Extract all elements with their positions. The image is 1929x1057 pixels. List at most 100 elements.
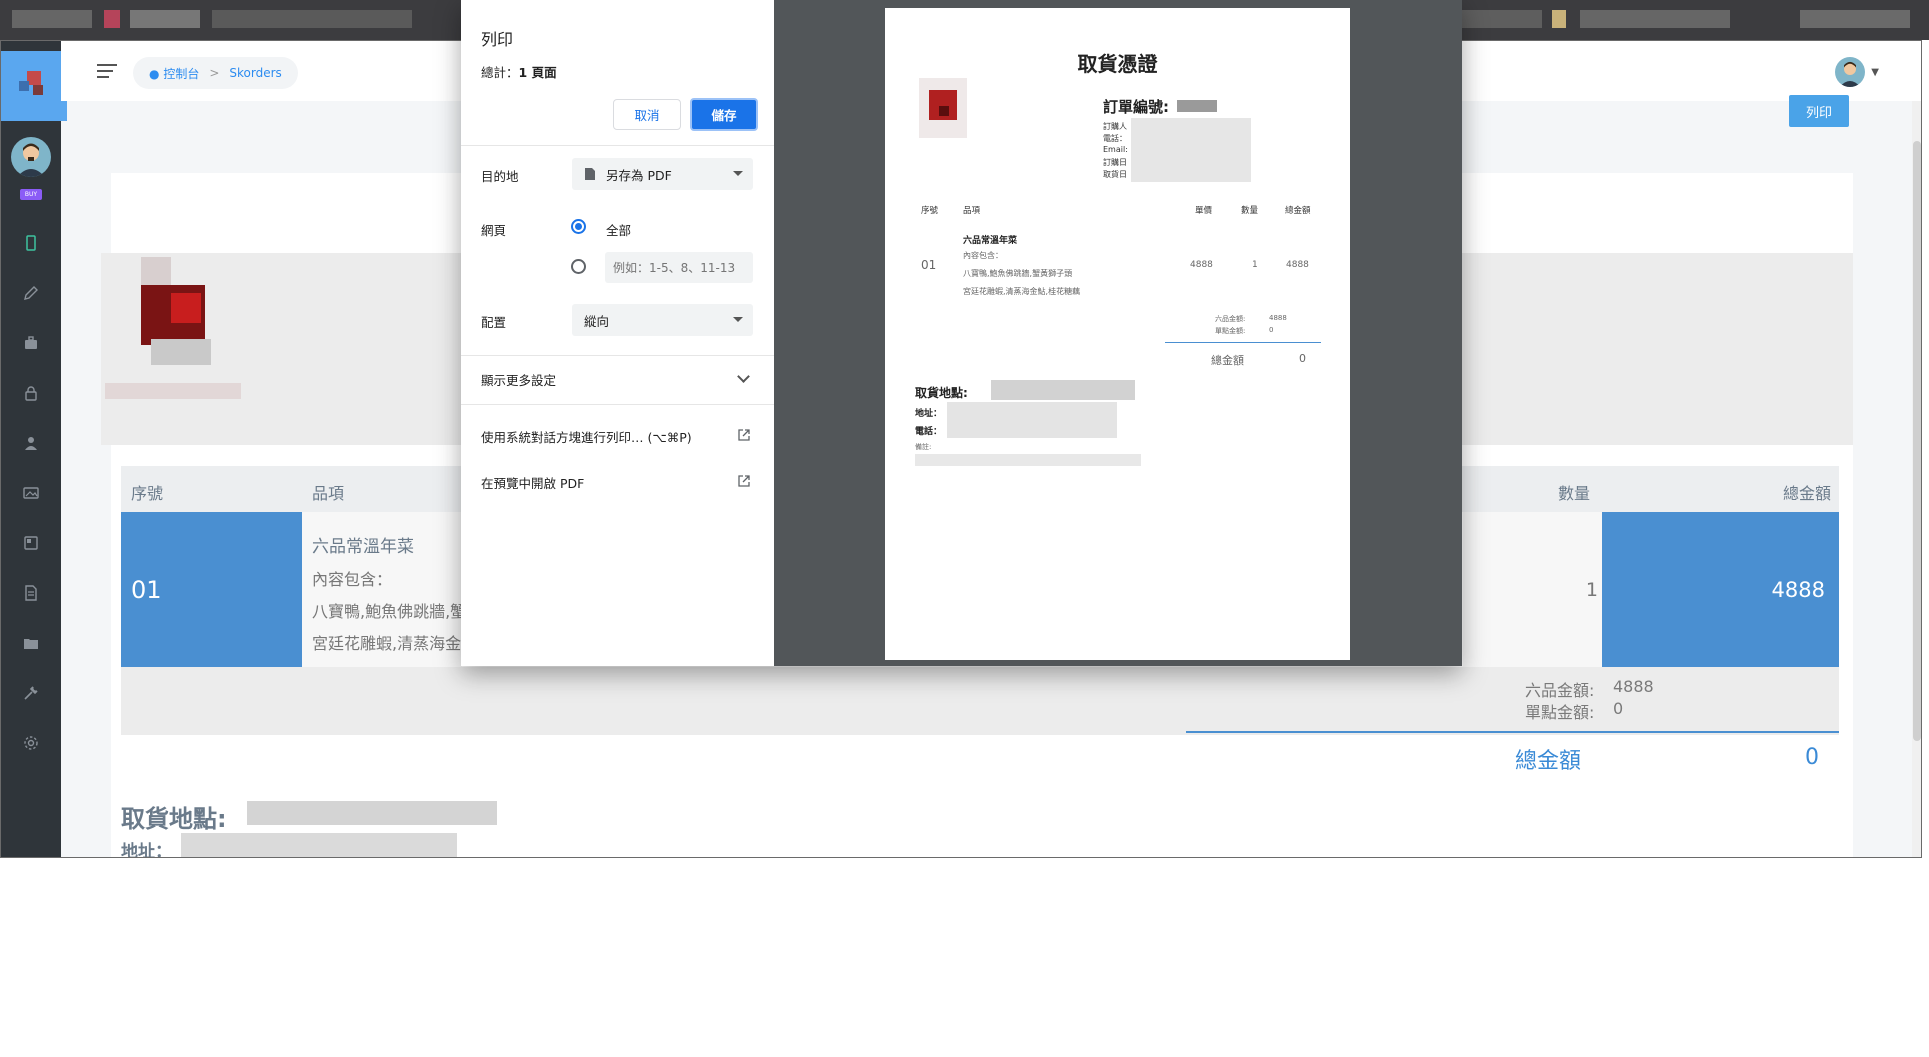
item-content-line: 宮廷花雕蝦,清蒸海金 [312,634,462,653]
tools-icon [24,686,38,700]
pages-custom-radio[interactable] [571,259,586,274]
subtotal-value: 4888 [1613,677,1654,696]
preview-pickup-date-label: 取貨日 [1103,170,1127,179]
caret-down-icon [733,171,743,176]
sidebar-item-gallery[interactable] [1,481,61,505]
print-dialog: 列印 總計：1 頁面 取消 儲存 目的地 另存為 PDF 網頁 全部 配置 縱向… [461,0,1462,666]
preview-title: 取貨憑證 [1077,52,1158,76]
edit-icon [24,286,38,300]
menu-toggle-icon[interactable] [97,63,117,79]
external-link-icon[interactable] [737,428,751,442]
more-settings-toggle[interactable]: 顯示更多設定 [481,370,753,389]
col-header-total: 總金額 [1783,484,1832,503]
lock-icon [25,386,37,401]
open-in-preview-link[interactable]: 在預覽中開啟 PDF [481,473,584,492]
preview-grand-label: 總金額 [1211,354,1244,367]
single-order-label: 單點金額: [1525,703,1595,722]
print-settings-panel: 列印 總計：1 頁面 取消 儲存 目的地 另存為 PDF 網頁 全部 配置 縱向… [461,0,774,666]
preview-th-total: 總金額 [1285,206,1311,216]
blurred-region [247,801,497,825]
preview-single-value: 0 [1269,326,1274,334]
preview-note-label: 備註: [915,443,932,451]
sidebar-item-edit[interactable] [1,281,61,305]
preview-order-date-label: 訂購日 [1103,158,1127,167]
sidebar-item-tools[interactable] [1,681,61,705]
sidebar-item-mobile[interactable] [1,231,61,255]
print-preview[interactable]: 取貨憑證 訂單編號: 訂購人 電話： Email: 訂購日 取貨日 序號 品項 … [774,0,1462,666]
preview-address-label: 地址： [915,409,943,419]
page-total: 總計：1 頁面 [481,65,557,80]
sidebar: BUY [1,41,67,857]
caret-down-icon[interactable]: ▼ [1871,67,1879,78]
preview-item-name: 六品常溫年菜 [963,236,1018,246]
cancel-button[interactable]: 取消 [613,99,681,130]
blurred-region [1462,10,1542,28]
gear-icon [24,736,38,750]
col-header-no: 序號 [131,484,164,503]
preview-grand-value: 0 [1299,352,1306,365]
caret-down-icon [733,317,743,322]
preview-subtotal-value: 4888 [1269,314,1287,322]
sidebar-item-news[interactable] [1,531,61,555]
preview-phone-label: 電話： [1103,134,1127,143]
destination-select[interactable]: 另存為 PDF [572,158,753,190]
preview-subtotal-label: 六品金額: [1215,315,1246,323]
divider [461,404,774,405]
breadcrumb-home[interactable]: ● 控制台 [149,65,199,82]
preview-row-no: 01 [921,258,937,272]
scrollbar-thumb[interactable] [1913,141,1921,741]
system-dialog-link[interactable]: 使用系統對話方塊進行列印… (⌥⌘P) [481,427,692,446]
divider [461,145,774,146]
preview-item-line: 八寶鴨,鮑魚佛跳牆,蟹黃獅子頭 [963,269,1073,278]
blurred-region [130,10,200,28]
col-header-item: 品項 [312,484,345,503]
blurred-region [12,10,92,28]
sidebar-item-settings[interactable] [1,731,61,755]
sidebar-item-lock[interactable] [1,381,61,405]
blurred-region [1580,10,1730,28]
row-item: 六品常溫年菜 內容包含： 八寶鴨,鮑魚佛跳牆,蟹 宮廷花雕蝦,清蒸海金 [302,512,466,667]
custom-pages-input[interactable] [605,252,753,283]
preview-th-no: 序號 [921,206,939,216]
breadcrumb-current[interactable]: Skorders [229,66,281,80]
brand-logo[interactable] [1,51,67,121]
breadcrumb: ● 控制台 > Skorders [133,57,298,89]
pages-all-radio[interactable] [571,219,586,234]
destination-label: 目的地 [481,169,519,184]
buy-badge: BUY [20,189,42,200]
summary-divider [1186,731,1839,733]
sidebar-item-document[interactable] [1,581,61,605]
preview-buyer-label: 訂購人 [1103,122,1127,131]
blurred-region [1552,10,1566,28]
preview-th-price: 單價 [1195,206,1213,216]
row-quantity: 1 [1585,578,1598,601]
image-icon [23,487,39,499]
user-icon [25,437,37,450]
file-icon [585,168,595,180]
blurred-region [181,833,457,857]
account-avatar[interactable] [1835,57,1865,87]
preview-summary-divider [1165,342,1321,343]
preview-th-qty: 數量 [1241,206,1259,216]
save-button[interactable]: 儲存 [690,98,758,131]
sidebar-item-briefcase[interactable] [1,331,61,355]
row-number: 01 [121,512,302,667]
folder-icon [24,639,38,649]
item-name: 六品常溫年菜 [312,537,414,557]
layout-select[interactable]: 縱向 [572,304,753,336]
preview-row-price: 4888 [1190,260,1213,270]
subtotal-label: 六品金額: [1525,681,1595,700]
user-avatar[interactable] [11,137,51,177]
pages-all-label: 全部 [606,223,632,238]
dashboard-icon: ● [149,66,160,81]
external-link-icon[interactable] [737,474,751,488]
col-header-qty: 數量 [1558,484,1591,503]
blurred-region [104,10,120,28]
preview-row-total: 4888 [1286,260,1309,270]
print-button[interactable]: 列印 [1789,95,1849,127]
single-order-value: 0 [1613,699,1624,718]
sidebar-item-folder[interactable] [1,631,61,655]
preview-single-label: 單點金額: [1215,327,1246,335]
mobile-icon [26,235,36,251]
sidebar-item-user[interactable] [1,431,61,455]
